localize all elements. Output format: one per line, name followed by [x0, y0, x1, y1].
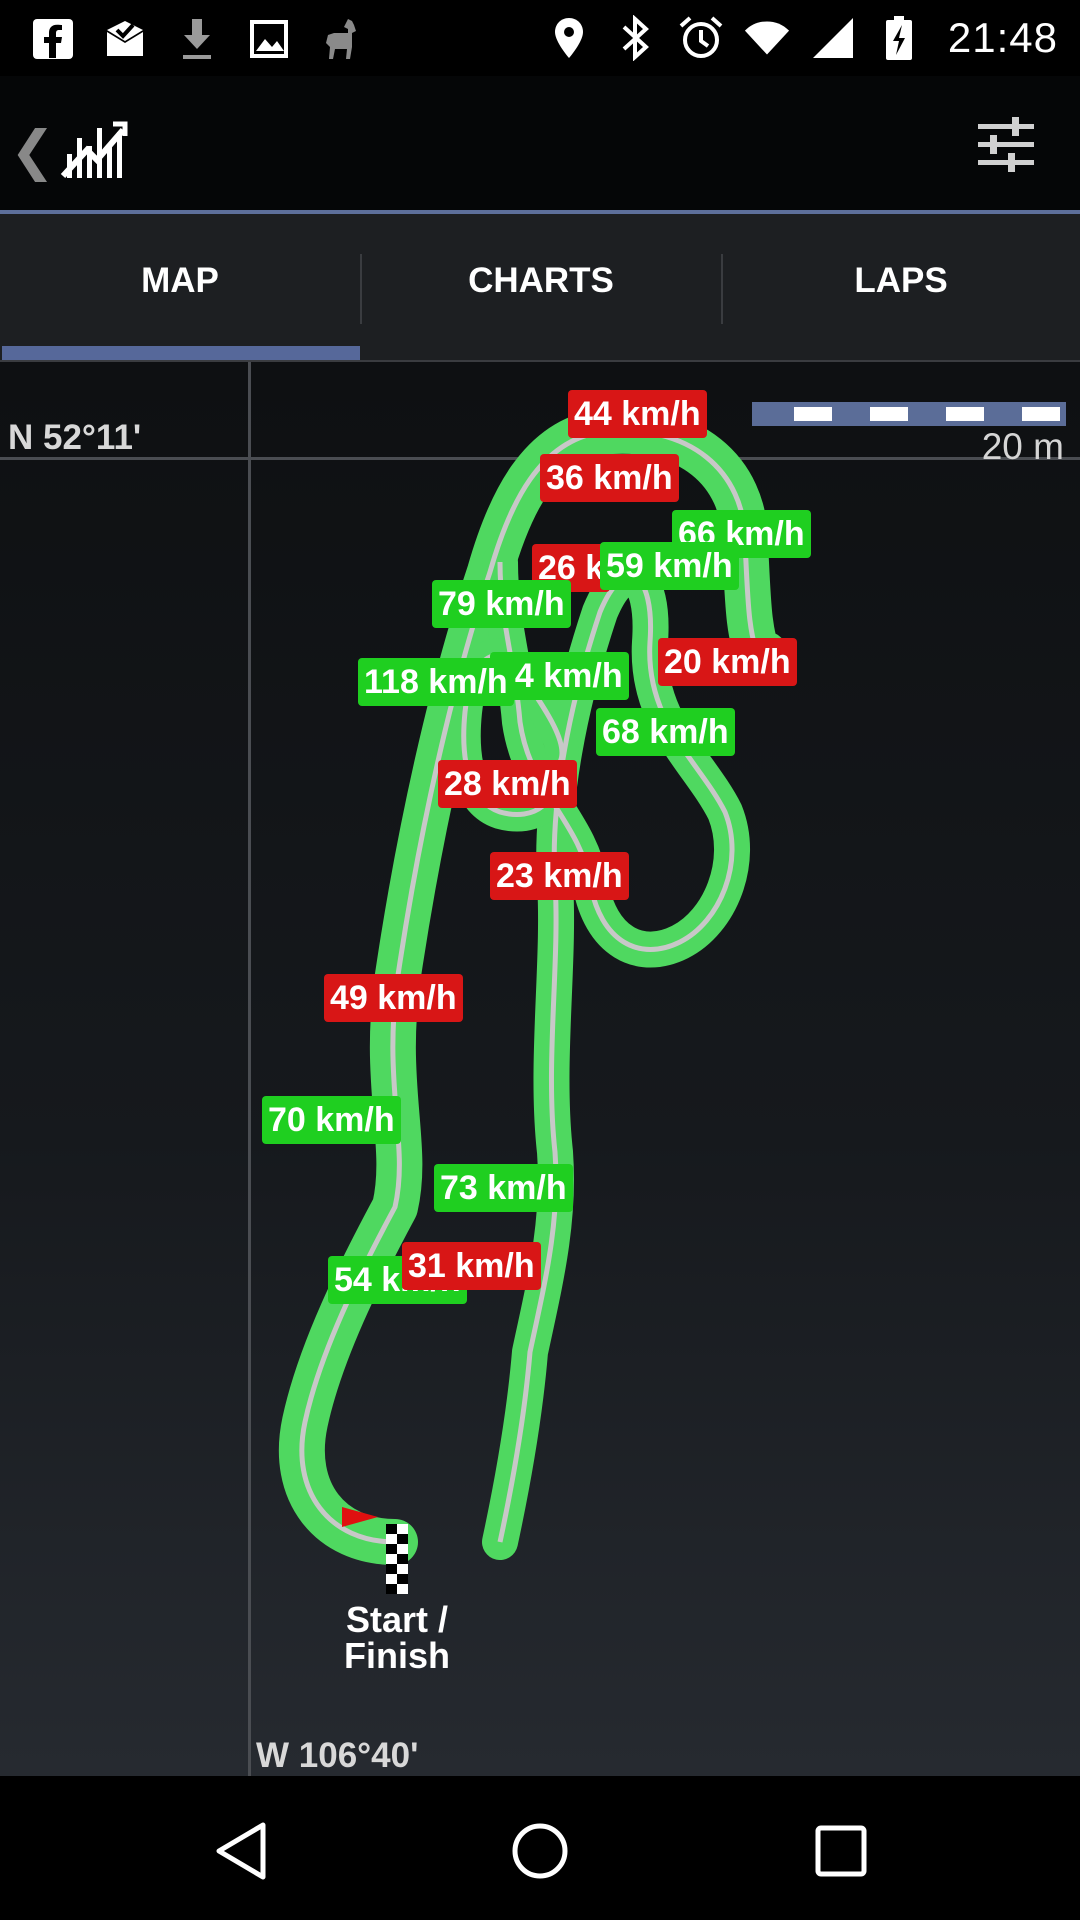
system-nav-bar	[0, 1776, 1080, 1920]
speed-label: 20 km/h	[658, 638, 797, 686]
back-triangle-icon	[216, 1822, 266, 1880]
speed-label: 23 km/h	[490, 852, 629, 900]
battery-charging-icon	[876, 15, 922, 61]
wifi-icon	[744, 15, 790, 61]
back-button[interactable]	[196, 1806, 286, 1896]
chart-logo-icon	[57, 116, 129, 185]
tab-bar: MAP CHARTS LAPS	[0, 214, 1080, 362]
speed-label: 44 km/h	[568, 390, 707, 438]
chevron-left-icon: ❮	[10, 120, 56, 181]
settings-button[interactable]	[976, 114, 1036, 174]
checkered-flag-icon	[386, 1524, 408, 1594]
up-navigation[interactable]: ❮	[10, 116, 129, 185]
track-map[interactable]: N 52°11' W 106°40' 20 m 44 km/h 36 km/h …	[0, 362, 1080, 1776]
speed-label: 118 km/h	[358, 658, 514, 706]
speed-label: 79 km/h	[432, 580, 571, 628]
app-bar: ❮	[0, 76, 1080, 214]
status-bar: 21:48	[0, 0, 1080, 76]
speed-label: 68 km/h	[596, 708, 735, 756]
speed-label: 28 km/h	[438, 760, 577, 808]
mail-check-icon	[102, 16, 148, 62]
clock: 21:48	[947, 14, 1058, 61]
location-icon	[546, 15, 592, 61]
speed-label: 70 km/h	[262, 1096, 401, 1144]
system-icons: 21:48	[546, 10, 1058, 66]
download-icon	[174, 16, 220, 62]
facebook-icon	[30, 16, 76, 62]
speed-label: 31 km/h	[402, 1242, 541, 1290]
speed-label: 36 km/h	[540, 454, 679, 502]
alarm-icon	[678, 15, 724, 61]
home-button[interactable]	[495, 1806, 585, 1896]
image-icon	[246, 16, 292, 62]
active-tab-indicator	[2, 346, 360, 360]
tab-charts-label: CHARTS	[468, 261, 614, 300]
notification-icons	[30, 14, 364, 64]
signal-icon	[810, 15, 856, 61]
sliders-icon	[978, 117, 1034, 172]
home-circle-icon	[512, 1823, 568, 1879]
llama-icon	[318, 16, 364, 62]
bluetooth-icon	[612, 15, 658, 61]
tab-map-label: MAP	[141, 261, 219, 300]
recents-square-icon	[815, 1825, 867, 1877]
tab-laps[interactable]: LAPS	[722, 214, 1080, 362]
start-flag-icon	[342, 1507, 378, 1527]
tab-charts[interactable]: CHARTS	[361, 214, 721, 362]
recents-button[interactable]	[796, 1806, 886, 1896]
start-finish-label: Start / Finish	[344, 1599, 450, 1676]
speed-label: 59 km/h	[600, 542, 739, 590]
tab-laps-label: LAPS	[854, 261, 948, 300]
tab-map[interactable]: MAP	[0, 214, 360, 362]
speed-label: 73 km/h	[434, 1164, 573, 1212]
speed-label: 49 km/h	[324, 974, 463, 1022]
